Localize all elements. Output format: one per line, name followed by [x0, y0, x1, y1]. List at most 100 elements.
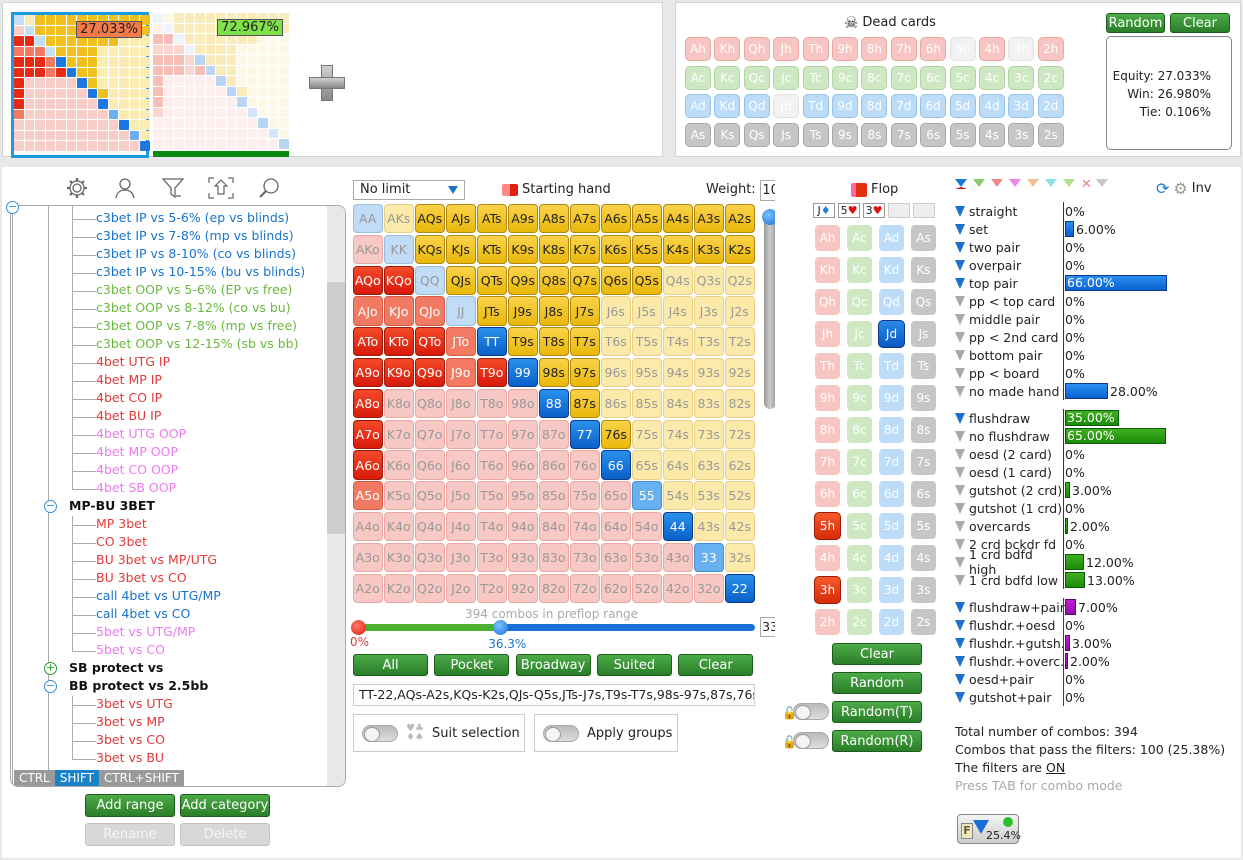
hand-cell[interactable]: A2s — [725, 204, 755, 234]
hand-cell[interactable]: T4s — [663, 327, 693, 357]
flop-card[interactable]: 9c — [846, 384, 873, 412]
dead-card[interactable]: Ks — [714, 122, 741, 147]
hand-cell[interactable]: 88 — [539, 388, 569, 419]
flop-card[interactable]: Kd — [878, 256, 905, 284]
hand-cell[interactable]: 75s — [632, 419, 662, 449]
hand-cell[interactable]: 32s — [725, 542, 755, 573]
filter-row[interactable]: top pair 66.00% — [955, 274, 1235, 292]
tree-item[interactable]: call 4bet vs CO — [96, 606, 190, 621]
hand-cell[interactable]: K9o — [384, 357, 414, 388]
flop-card[interactable]: 8c — [846, 416, 873, 444]
hand-cell[interactable]: A2o — [353, 573, 383, 603]
funnel-icon[interactable] — [955, 619, 965, 631]
hand-cell[interactable]: 73s — [694, 419, 724, 449]
hand-cell[interactable]: J9s — [508, 296, 538, 326]
hand-cell[interactable]: AJs — [446, 204, 476, 234]
mod-key-shift[interactable]: SHIFT — [54, 770, 99, 786]
tree-item[interactable]: 3bet vs CO — [96, 732, 165, 747]
filter-row[interactable]: overcards 2.00% — [955, 517, 1235, 535]
flop-card[interactable]: Qs — [910, 288, 937, 316]
hand-cell[interactable]: A9o — [353, 357, 383, 388]
hand-cell[interactable]: ATs — [477, 204, 507, 234]
filters-state-toggle[interactable]: ON — [1046, 760, 1065, 775]
hand-cell[interactable]: J6s — [601, 296, 631, 326]
hand-cell[interactable]: K3o — [384, 542, 414, 573]
hand-cell[interactable]: 99 — [508, 357, 538, 388]
flop-card[interactable]: 5d — [878, 512, 905, 540]
hand-cell[interactable]: 84o — [539, 511, 569, 542]
range-slider-max-knob[interactable] — [493, 620, 509, 635]
filter-row[interactable]: no made hand 28.00% — [955, 382, 1235, 400]
plus-icon[interactable] — [309, 65, 345, 101]
flop-card[interactable]: 3c — [846, 576, 873, 604]
apply-groups-toggle[interactable] — [543, 724, 579, 742]
dead-card[interactable]: 9s — [832, 122, 858, 147]
hand-cell[interactable]: Q3o — [415, 542, 445, 573]
flop-card[interactable]: 3h — [814, 576, 841, 604]
random-r-toggle[interactable] — [793, 732, 829, 749]
funnel-icon[interactable] — [955, 241, 965, 253]
filter-row[interactable]: overpair 0% — [955, 256, 1235, 274]
hand-cell[interactable]: KTs — [477, 234, 507, 265]
flop-card[interactable]: 7h — [814, 448, 841, 476]
hand-cell[interactable]: QTs — [477, 265, 507, 295]
hand-cell[interactable]: Q7o — [415, 419, 445, 449]
hand-cell[interactable]: Q5s — [632, 265, 662, 295]
filter-row[interactable]: pp < top card 0% — [955, 292, 1235, 310]
flop-card[interactable]: Kc — [846, 256, 873, 284]
hand-cell[interactable]: 93o — [508, 542, 538, 573]
hand-cell[interactable]: J5o — [446, 481, 476, 511]
hand-cell[interactable]: 86o — [539, 450, 569, 480]
hand-cell[interactable]: A7o — [353, 419, 383, 449]
dead-card[interactable]: 4s — [979, 122, 1005, 147]
hand-cell[interactable]: 63o — [601, 542, 631, 573]
dead-card[interactable]: 4c — [979, 65, 1005, 90]
flop-card[interactable]: 6h — [814, 480, 841, 508]
flop-card[interactable]: Jc — [846, 320, 873, 348]
flop-card[interactable]: 3s — [910, 576, 937, 604]
hand-cell[interactable]: J5s — [632, 296, 662, 326]
funnel-icon[interactable] — [955, 412, 965, 424]
filter-row[interactable]: bottom pair 0% — [955, 346, 1235, 364]
hand-cell[interactable]: AJo — [353, 296, 383, 326]
dead-card[interactable]: Ac — [685, 65, 711, 90]
flop-card[interactable]: Ad — [878, 224, 905, 252]
hand-cell[interactable]: T8s — [539, 327, 569, 357]
hand-cell[interactable]: A9s — [508, 204, 538, 234]
flop-card[interactable]: 5s — [910, 512, 937, 540]
hand-cell[interactable]: J6o — [446, 450, 476, 480]
preset-all-button[interactable]: All — [353, 654, 428, 676]
flop-card[interactable]: 4d — [878, 544, 905, 572]
flop-card[interactable]: 9s — [910, 384, 937, 412]
dead-card[interactable]: 5h — [949, 37, 976, 61]
dead-card[interactable]: 4d — [979, 94, 1005, 118]
hand-cell[interactable]: TT — [477, 327, 507, 357]
hand-cell[interactable]: Q9o — [415, 357, 445, 388]
dead-card[interactable]: Qd — [743, 94, 770, 118]
hand-cell[interactable]: KQs — [415, 234, 445, 265]
range-thumbnail-villain[interactable]: 72.967% — [153, 13, 289, 157]
hand-cell[interactable]: 43s — [694, 511, 724, 542]
flop-random-button[interactable]: Random — [832, 672, 922, 694]
hand-cell[interactable]: 85o — [539, 481, 569, 511]
random-t-toggle[interactable] — [793, 703, 829, 720]
hand-cell[interactable]: 33 — [694, 542, 724, 573]
tree-item[interactable]: MP 3bet — [96, 516, 147, 531]
flop-card[interactable]: Qc — [846, 288, 873, 316]
hand-cell[interactable]: Q6s — [601, 265, 631, 295]
hand-cell[interactable]: AA — [353, 204, 383, 234]
flop-card[interactable]: 5c — [846, 512, 873, 540]
filter-row[interactable]: set 6.00% — [955, 220, 1235, 238]
funnel-icon[interactable] — [955, 430, 965, 442]
dead-card[interactable]: 9c — [832, 65, 858, 90]
dead-card[interactable]: Js — [773, 122, 800, 147]
hand-cell[interactable]: 74s — [663, 419, 693, 449]
tree-item[interactable]: 4bet MP IP — [96, 372, 162, 387]
hand-cell[interactable]: 83o — [539, 542, 569, 573]
filter-row[interactable]: pp < 2nd card 0% — [955, 328, 1235, 346]
dead-card[interactable]: 6d — [920, 94, 947, 118]
flop-card[interactable]: Ac — [846, 224, 873, 252]
hand-cell[interactable]: K5o — [384, 481, 414, 511]
hand-cell[interactable]: 64s — [663, 450, 693, 480]
hand-cell[interactable]: KJo — [384, 296, 414, 326]
